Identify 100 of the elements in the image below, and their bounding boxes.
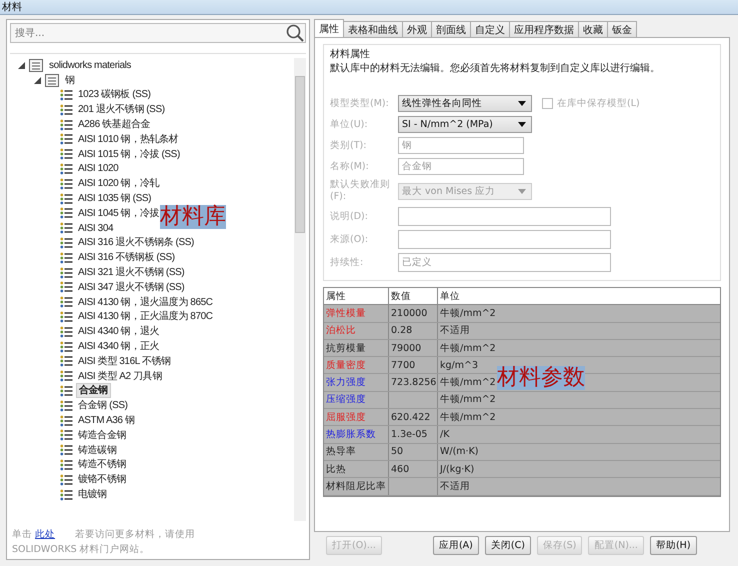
table-cell: 压缩强度 <box>324 392 389 408</box>
material-list-icon <box>60 133 73 146</box>
material-list-icon <box>60 444 73 456</box>
table-cell-text: 牛顿/mm^2 <box>439 410 497 425</box>
tree-item[interactable]: A286 铁基超合金 <box>76 118 152 132</box>
tab[interactable]: 剖面线 <box>431 21 471 37</box>
table-cell-text: 牛顿/mm^2 <box>439 376 497 390</box>
window-title: 材料 <box>2 0 22 14</box>
tree-item[interactable]: 铸造不锈钢 <box>76 458 128 472</box>
group-title: 材料属性 <box>330 48 371 61</box>
input-field[interactable] <box>398 207 611 226</box>
tree-item[interactable]: 钢 <box>63 74 77 87</box>
table-cell: 张力强度 <box>324 374 389 391</box>
dropdown[interactable]: 线性弹性各向同性 <box>398 95 532 112</box>
tree-item[interactable]: AISI 4130 钢，退火温度为 865C <box>76 296 215 309</box>
tree-item[interactable]: solidworks materials <box>47 58 134 72</box>
annotation-label: 材料库 <box>160 205 226 229</box>
folder-list-icon <box>29 58 43 72</box>
tree-item[interactable]: 合金钢 (SS) <box>76 399 130 412</box>
material-list-icon <box>60 148 73 160</box>
table-cell: 抗剪模量 <box>324 340 389 356</box>
table-cell: 7700 <box>389 357 438 374</box>
material-list-icon <box>60 458 73 471</box>
tree-item[interactable]: ASTM A36 钢 <box>76 414 137 428</box>
material-list-icon <box>60 370 73 382</box>
column-header: 属性 <box>324 288 389 304</box>
tab[interactable]: 自定义 <box>470 21 510 37</box>
tree-item[interactable]: AISI 4340 钢，退火 <box>76 325 162 338</box>
tree-item[interactable]: 1023 碳钢板 (SS) <box>76 88 153 102</box>
tree-item[interactable]: AISI 347 退火不锈钢 (SS) <box>76 280 186 294</box>
material-list-icon <box>60 266 73 279</box>
material-list-icon <box>60 384 73 397</box>
table-cell: 50 <box>389 444 438 460</box>
portal-link[interactable]: 此处 <box>35 529 56 540</box>
collapse-triangle-icon[interactable] <box>18 62 25 69</box>
table-cell-text: 牛顿/mm^2 <box>439 342 497 356</box>
tab[interactable]: 属性 <box>314 19 344 37</box>
tree-item[interactable]: AISI 316 不锈钢板 (SS) <box>76 251 177 264</box>
dropdown[interactable]: SI - N/mm^2 (MPa) <box>398 116 532 133</box>
dialog-button[interactable]: 帮助(H) <box>650 536 697 556</box>
tree-item[interactable]: AISI 321 退火不锈钢 (SS) <box>76 266 186 280</box>
tree-item[interactable]: AISI 4130 钢，正火温度为 870C <box>76 310 215 324</box>
table-cell-text: W/(m·K) <box>439 445 480 460</box>
table-cell: 620.422 <box>389 409 438 426</box>
caret-icon <box>518 188 526 194</box>
search-icon <box>286 24 304 42</box>
column-header: 单位 <box>439 290 461 304</box>
tree-item[interactable]: AISI 304 <box>76 222 116 235</box>
field-label: 持续性: <box>330 256 364 268</box>
tree-item[interactable]: 铸造碳钢 <box>76 444 118 457</box>
material-list-icon <box>60 88 73 101</box>
tab[interactable]: 外观 <box>402 21 432 37</box>
dialog-button[interactable]: 应用(A) <box>432 536 479 556</box>
scrollbar[interactable] <box>294 58 306 521</box>
material-list-icon <box>60 355 73 368</box>
table-cell: 210000 <box>389 305 438 322</box>
tree-item[interactable]: AISI 1045 钢，冷拔 <box>76 206 162 220</box>
field-label: 来源(O): <box>330 234 370 246</box>
search-field[interactable]: 搜寻... <box>10 23 306 43</box>
checkbox-label: 在库中保存模型(L) <box>557 97 640 110</box>
caret-icon <box>518 101 526 106</box>
tree-item[interactable]: AISI 316 退火不锈钢条 (SS) <box>76 236 196 250</box>
field-label: 单位(U): <box>330 118 369 130</box>
input-field[interactable] <box>398 230 611 249</box>
tab[interactable]: 钣金 <box>607 21 637 37</box>
material-list-icon <box>60 296 73 308</box>
tree-item[interactable]: 铸造合金钢 <box>76 428 128 442</box>
tree-item[interactable]: AISI 1015 钢，冷拔 (SS) <box>76 148 182 161</box>
tab[interactable]: 表格和曲线 <box>343 21 403 37</box>
field-label: 名称(M): <box>330 160 370 172</box>
material-list-icon <box>60 192 73 205</box>
tree-item[interactable]: AISI 1010 钢，热轧条材 <box>76 132 180 146</box>
tree-item[interactable]: AISI 4340 钢，正火 <box>76 340 162 354</box>
table-cell-text: 不适用 <box>439 324 471 338</box>
table-cell-text: kg/m^3 <box>439 358 479 373</box>
tree-item[interactable]: AISI 类型 A2 刀具钢 <box>76 370 164 383</box>
column-header: 数值 <box>389 288 438 304</box>
material-list-icon <box>60 178 73 190</box>
collapse-triangle-icon[interactable] <box>34 76 41 84</box>
dialog-button[interactable]: 关闭(C) <box>484 536 531 556</box>
folder-list-icon <box>45 74 59 87</box>
tree-item[interactable]: AISI 1020 <box>76 162 120 176</box>
table-cell: 质量密度 <box>324 357 389 374</box>
tree-item[interactable]: 201 退火不锈钢 (SS) <box>76 103 167 116</box>
tree-item[interactable]: 镀铬不锈钢 <box>76 473 128 486</box>
tree-item[interactable]: 电镀钢 <box>76 488 109 501</box>
tree-item[interactable]: AISI 1020 钢，冷轧 <box>76 177 162 190</box>
tab[interactable]: 收藏 <box>578 21 608 37</box>
tree-item[interactable]: AISI 类型 316L 不锈钢 <box>76 354 173 368</box>
table-cell-text: /K <box>439 428 450 442</box>
material-list-icon <box>60 429 73 442</box>
field-label: 默认失败准则(F): <box>330 179 391 203</box>
table-cell-text: J/(kg·K) <box>438 462 476 477</box>
tab[interactable]: 应用程序数据 <box>509 21 579 37</box>
material-list-icon <box>60 281 73 294</box>
tree-item[interactable]: AISI 1035 钢 (SS) <box>76 192 154 206</box>
material-list-icon <box>60 414 73 427</box>
table-cell: 材料阻尼比率 <box>324 478 389 495</box>
field-label: 类别(T): <box>330 140 368 152</box>
tree-item[interactable]: 合金钢 <box>76 383 111 398</box>
